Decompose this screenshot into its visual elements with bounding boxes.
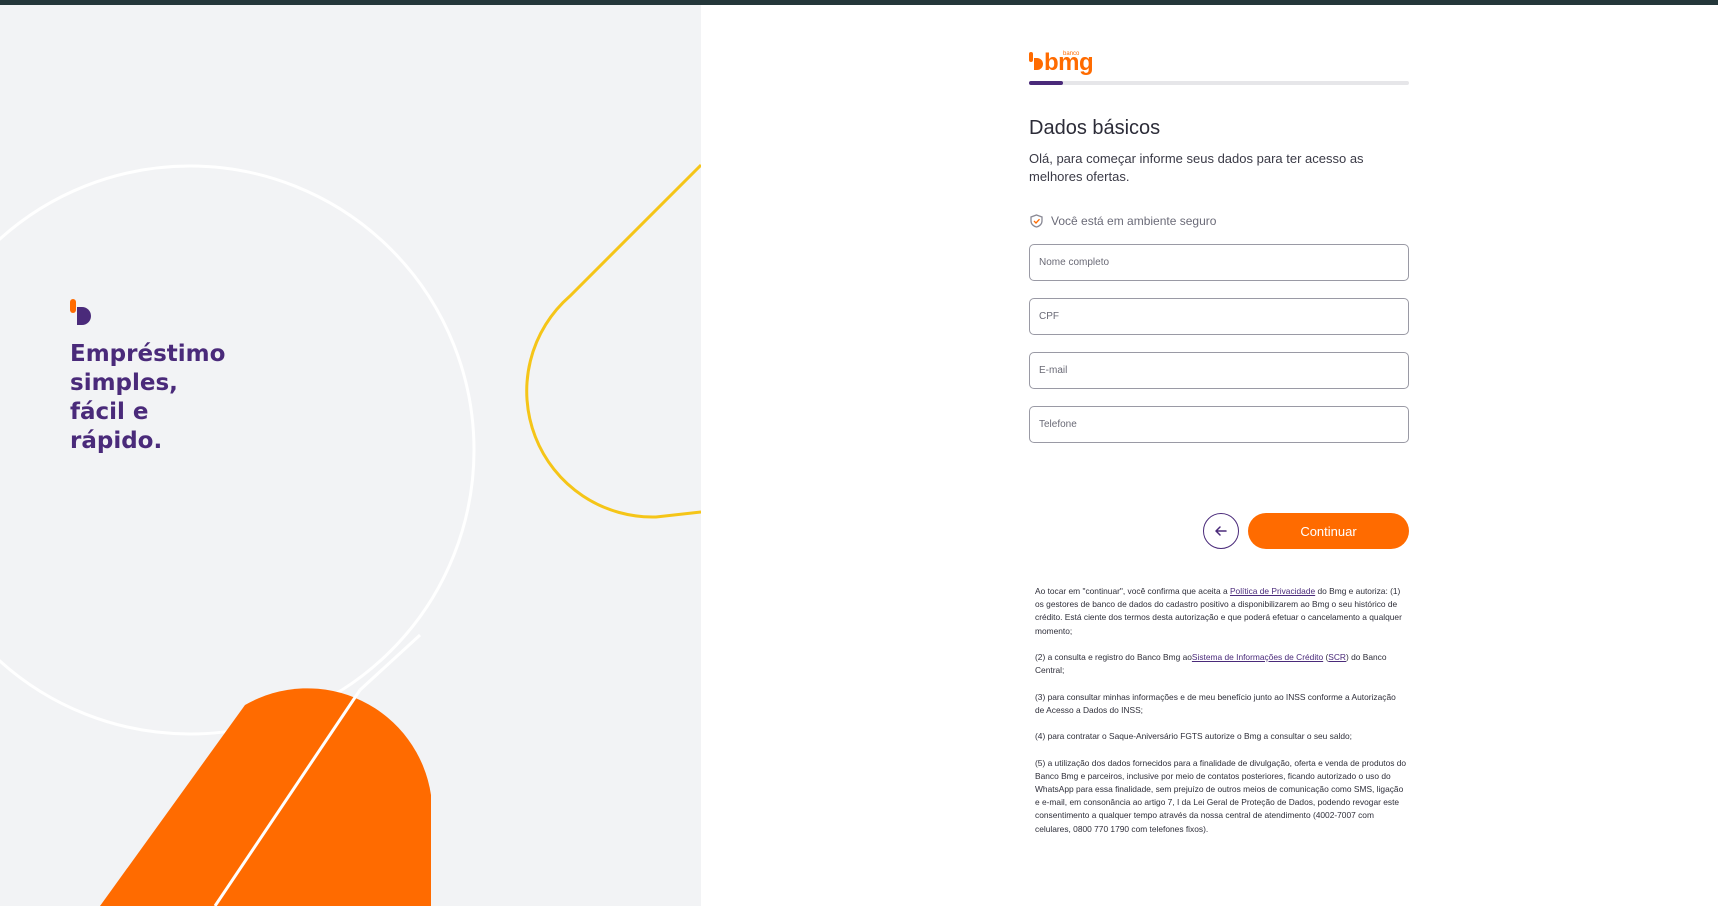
- hero-title-line: fácil e: [70, 399, 149, 425]
- full-name-input[interactable]: [1030, 245, 1408, 280]
- back-button[interactable]: [1203, 513, 1239, 549]
- hero-panel: Empréstimo simples, fácil e rápido.: [0, 5, 701, 906]
- cpf-input[interactable]: [1030, 299, 1408, 334]
- continue-button[interactable]: Continuar: [1248, 513, 1409, 549]
- secure-text: Você está em ambiente seguro: [1051, 214, 1217, 228]
- page-title: Dados básicos: [1029, 117, 1161, 139]
- brand-logo-text: bmg: [1044, 49, 1094, 76]
- legal-text-segment: Ao tocar em "continuar", você confirma q…: [1035, 586, 1230, 596]
- legal-text: Ao tocar em "continuar", você confirma q…: [1035, 585, 1407, 849]
- hero-title-line: rápido.: [70, 428, 163, 454]
- legal-paragraph: (4) para contratar o Saque-Aniversário F…: [1035, 731, 1353, 742]
- phone-input[interactable]: [1030, 407, 1408, 442]
- progress-bar: [1029, 81, 1409, 85]
- orange-shape: [100, 688, 431, 906]
- legal-text-segment: (2) a consulta e registro do Banco Bmg a…: [1035, 652, 1192, 662]
- yellow-arc-shape: [525, 163, 701, 519]
- hero-title-line: Empréstimo: [70, 341, 226, 367]
- scr-system-link[interactable]: Sistema de Informações de Crédito: [1192, 652, 1323, 662]
- cpf-field[interactable]: [1029, 298, 1409, 335]
- legal-paragraph: (3) para consultar minhas informações e …: [1035, 691, 1396, 715]
- brand-mark-icon: [1029, 52, 1043, 70]
- privacy-policy-link[interactable]: Política de Privacidade: [1230, 586, 1315, 596]
- shield-check-icon: [1030, 214, 1043, 228]
- bmg-mark-icon: [70, 299, 91, 325]
- legal-paragraph: (5) a utilização dos dados fornecidos pa…: [1035, 757, 1407, 834]
- secure-notice: Você está em ambiente seguro: [1030, 214, 1216, 228]
- legal-paragraph: (2) a consulta e registro do Banco Bmg a…: [1035, 651, 1407, 677]
- arrow-left-icon: [1215, 526, 1227, 536]
- legal-paragraph: Ao tocar em "continuar", você confirma q…: [1035, 585, 1407, 638]
- phone-field[interactable]: [1029, 406, 1409, 443]
- email-input[interactable]: [1030, 353, 1408, 388]
- email-field[interactable]: [1029, 352, 1409, 389]
- page-subtitle: Olá, para começar informe seus dados par…: [1029, 151, 1364, 184]
- progress-fill: [1029, 81, 1064, 85]
- hero-title: Empréstimo simples, fácil e rápido.: [70, 340, 270, 456]
- scr-link[interactable]: SCR: [1328, 652, 1346, 662]
- full-name-field[interactable]: [1029, 244, 1409, 281]
- hero-title-line: simples,: [70, 370, 178, 396]
